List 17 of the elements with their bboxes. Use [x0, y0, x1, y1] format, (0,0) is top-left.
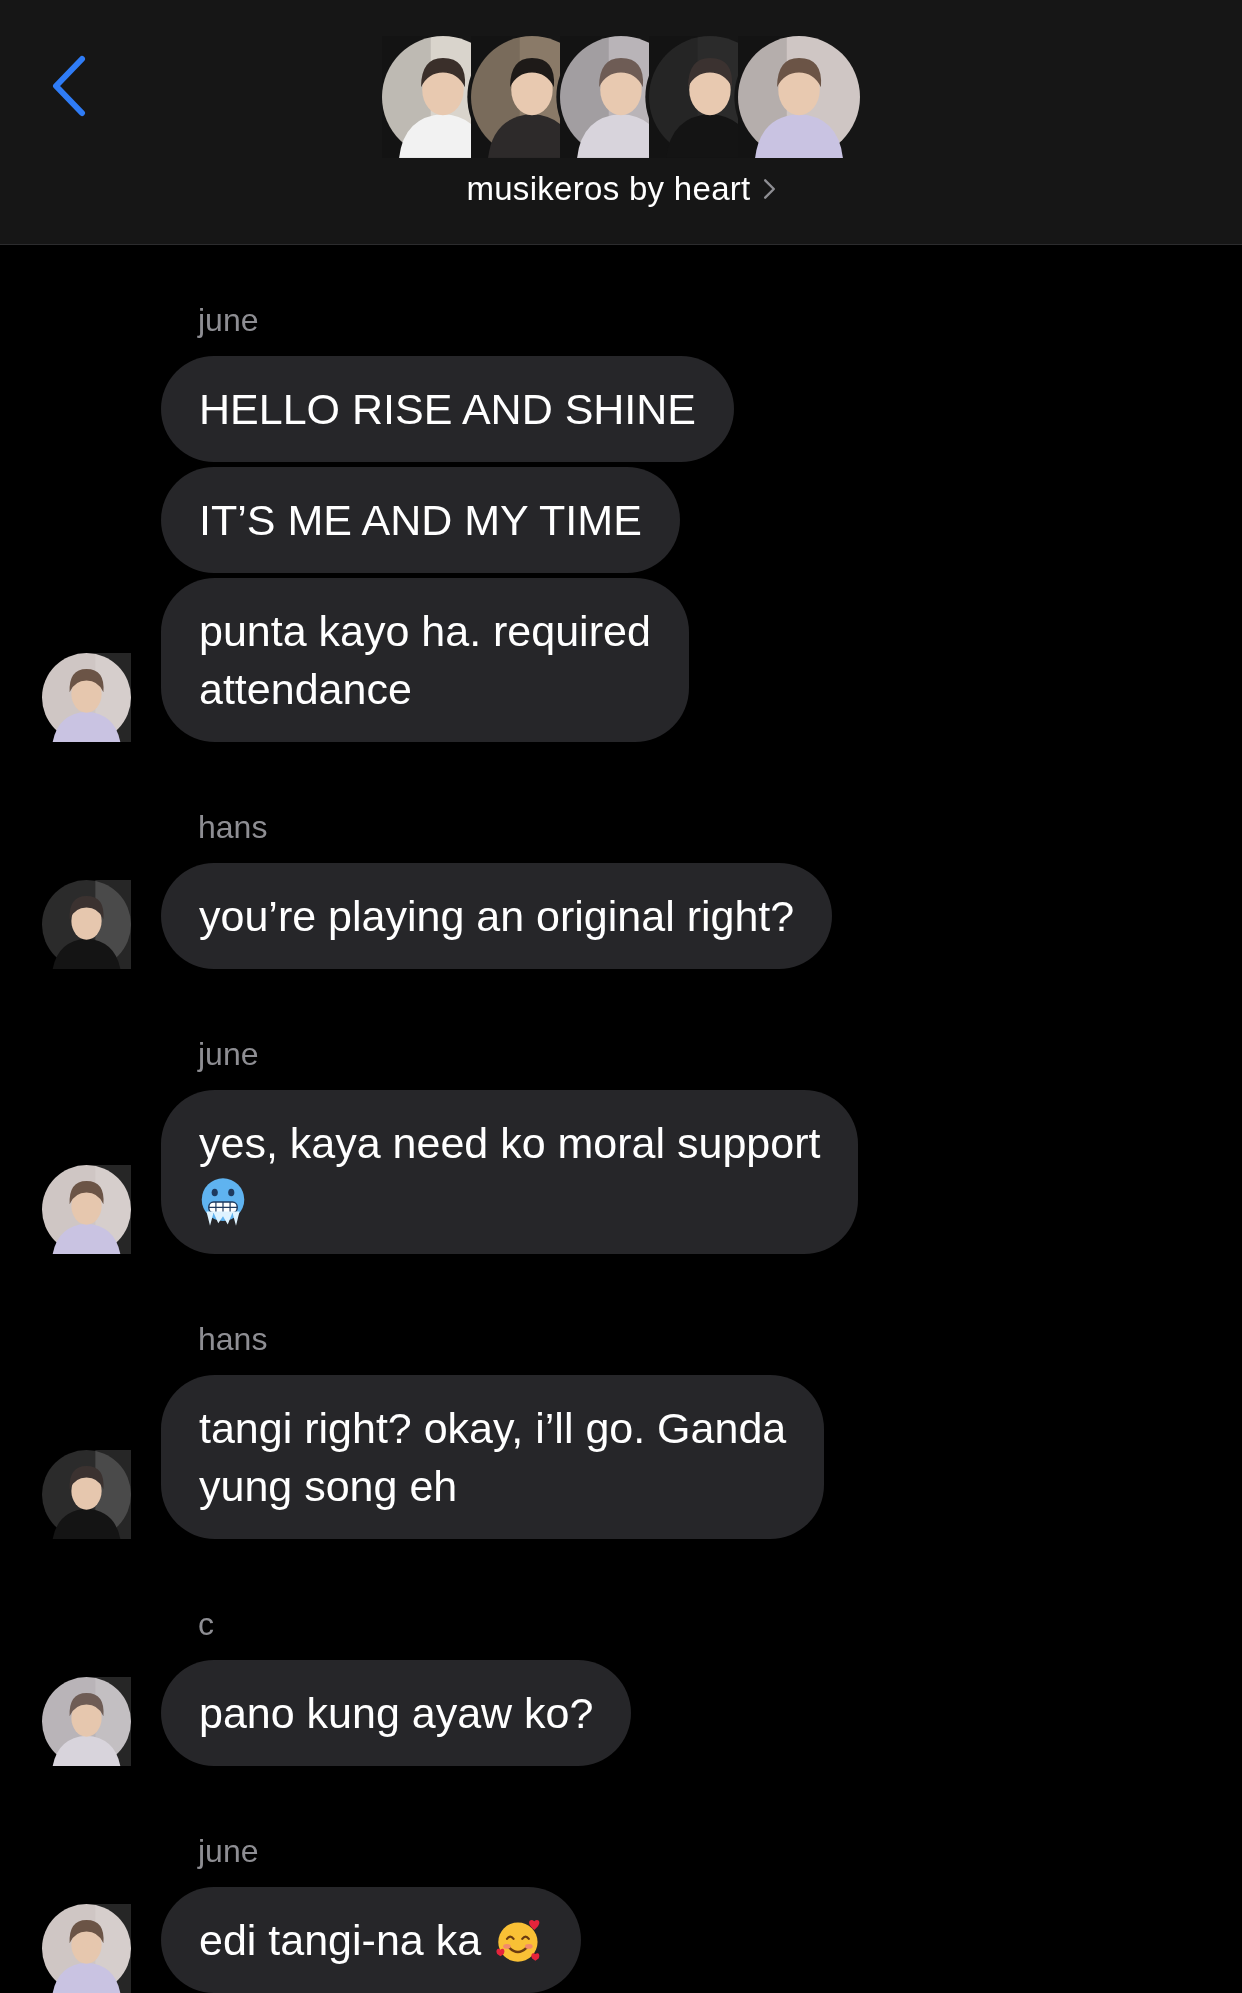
sender-name: hans — [198, 1320, 268, 1359]
message-bubble[interactable]: edi tangi-na ka — [161, 1887, 582, 1993]
message-bubble[interactable]: punta kayo ha. required attendance — [161, 578, 689, 742]
message-bubble[interactable]: you’re playing an original right? — [161, 863, 833, 969]
sender-name: june — [198, 1832, 259, 1871]
sender-name: hans — [198, 808, 268, 847]
sender-name: c — [198, 1605, 214, 1644]
sender-name: june — [198, 301, 259, 340]
sender-name: june — [198, 1035, 259, 1074]
group-name[interactable]: musikeros by heart — [466, 168, 751, 210]
back-chevron-icon[interactable] — [50, 55, 86, 117]
message-bubble[interactable]: tangi right? okay, i’ll go. Ganda yung song eh — [161, 1375, 825, 1539]
chevron-right-icon[interactable] — [762, 178, 776, 200]
message-bubble[interactable]: HELLO RISE AND SHINE — [161, 356, 735, 462]
message-bubble[interactable]: pano kung ayaw ko? — [161, 1660, 632, 1766]
message-bubble[interactable]: IT’S ME AND MY TIME — [161, 467, 680, 573]
message-bubble[interactable]: yes, kaya need ko moral support — [161, 1090, 859, 1254]
